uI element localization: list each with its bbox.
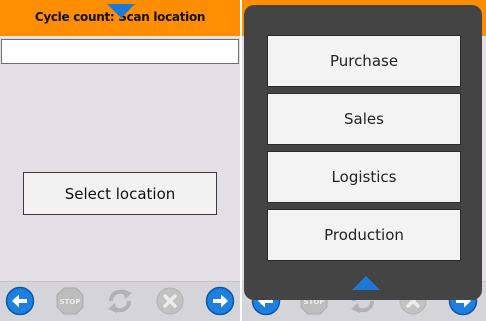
right-screen: STOP Purchase Sales Logistics Production: [242, 0, 486, 321]
title-bar: Cycle count: Scan location: [0, 0, 240, 36]
cancel-icon[interactable]: [155, 286, 185, 316]
stop-label: STOP: [60, 298, 81, 306]
refresh-icon[interactable]: [105, 286, 135, 316]
arrow-right-icon[interactable]: [205, 286, 235, 316]
menu-item-sales[interactable]: Sales: [267, 93, 461, 145]
menu-item-purchase[interactable]: Purchase: [267, 35, 461, 87]
menu-item-production[interactable]: Production: [267, 209, 461, 261]
triangle-up-icon[interactable]: [352, 276, 380, 290]
scan-location-input[interactable]: [1, 39, 239, 64]
select-location-button[interactable]: Select location: [23, 172, 217, 215]
left-screen: Cycle count: Scan location Select locati…: [0, 0, 240, 321]
arrow-left-icon[interactable]: [5, 286, 35, 316]
module-menu: Purchase Sales Logistics Production: [244, 5, 482, 300]
menu-item-logistics[interactable]: Logistics: [267, 151, 461, 203]
triangle-down-icon[interactable]: [107, 4, 135, 18]
stop-icon[interactable]: STOP: [55, 286, 85, 316]
